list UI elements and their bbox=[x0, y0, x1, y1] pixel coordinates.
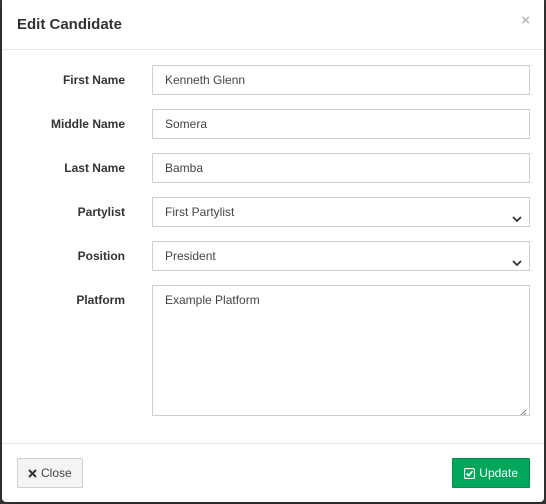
firstname-input[interactable]: Kenneth Glenn bbox=[152, 65, 530, 95]
firstname-label: First Name bbox=[62, 73, 125, 87]
middlename-label: Middle Name bbox=[50, 117, 125, 131]
platform-text: Example Platform bbox=[165, 293, 260, 307]
check-square-icon bbox=[464, 467, 476, 479]
update-button-label: Update bbox=[479, 466, 518, 480]
modal-header: Edit Candidate × bbox=[2, 0, 544, 50]
lastname-label: Last Name bbox=[64, 161, 125, 175]
position-label: Position bbox=[77, 249, 125, 263]
chevron-down-icon bbox=[511, 207, 523, 223]
position-select[interactable]: President bbox=[152, 241, 530, 271]
close-button[interactable]: Close bbox=[17, 458, 83, 488]
close-icon[interactable]: × bbox=[521, 13, 530, 28]
middlename-input[interactable]: Somera bbox=[152, 109, 530, 139]
position-selected-value: President bbox=[165, 249, 216, 263]
partylist-select[interactable]: First Partylist bbox=[152, 197, 530, 227]
partylist-label: Partylist bbox=[77, 205, 125, 219]
close-button-label: Close bbox=[41, 466, 72, 480]
times-icon bbox=[28, 468, 37, 478]
chevron-down-icon bbox=[511, 251, 523, 267]
modal-footer: Close Update bbox=[2, 443, 544, 502]
resize-handle-icon[interactable] bbox=[519, 405, 527, 415]
platform-label: Platform bbox=[76, 293, 125, 307]
edit-candidate-modal: Edit Candidate × First Name Kenneth Glen… bbox=[2, 0, 544, 502]
modal-title: Edit Candidate bbox=[17, 16, 123, 33]
partylist-selected-value: First Partylist bbox=[165, 205, 235, 219]
lastname-input[interactable]: Bamba bbox=[152, 153, 530, 183]
update-button[interactable]: Update bbox=[452, 458, 530, 488]
platform-textarea[interactable]: Example Platform bbox=[152, 285, 530, 416]
